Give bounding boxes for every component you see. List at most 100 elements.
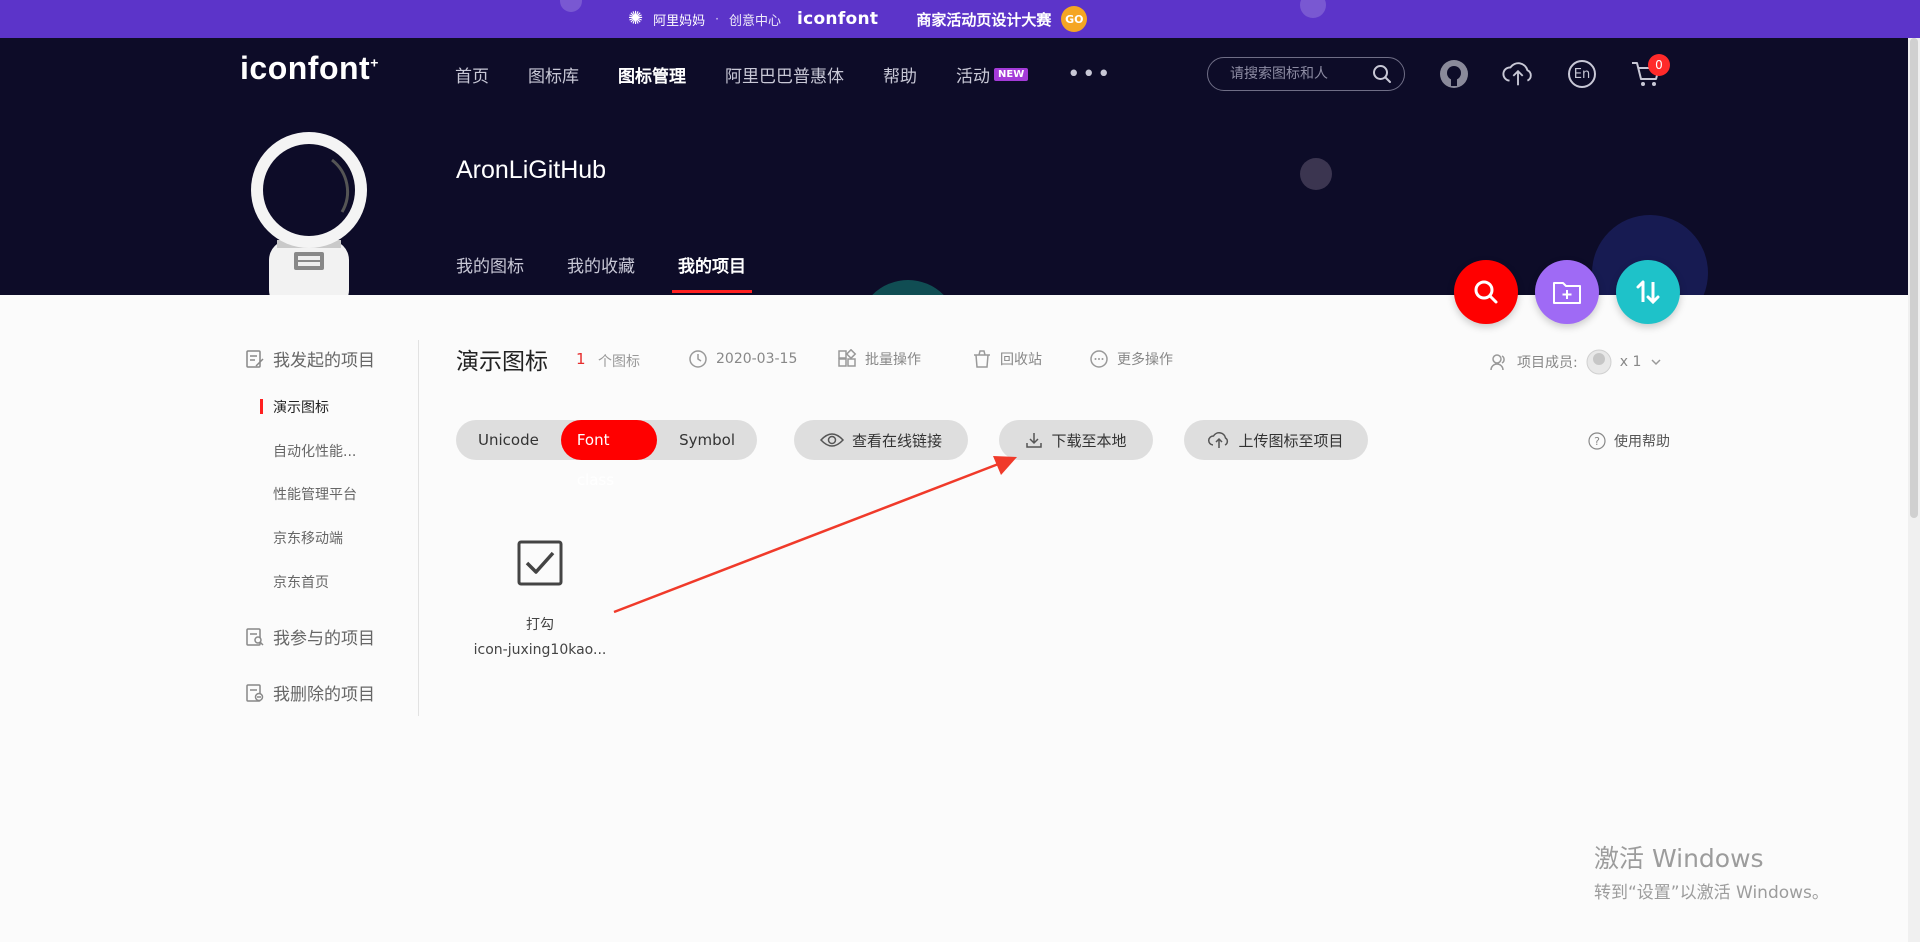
promo-separator: · [715, 12, 719, 26]
profile-tabs: 我的图标 我的收藏 我的项目 [456, 252, 789, 293]
search-icon[interactable] [1372, 64, 1392, 84]
svg-text:?: ? [1594, 435, 1600, 448]
usage-help-link[interactable]: ? 使用帮助 [1588, 431, 1670, 451]
project-title: 演示图标 [456, 349, 548, 375]
recycle-bin-label: 回收站 [1000, 352, 1042, 368]
view-online-link-label: 查看在线链接 [851, 431, 942, 450]
tab-font-class[interactable]: Font class [560, 420, 658, 489]
avatar[interactable] [244, 132, 374, 295]
tab-my-projects[interactable]: 我的项目 [672, 252, 752, 293]
sort-arrows-icon [1636, 280, 1660, 305]
windows-activation-watermark: 激活 Windows 转到“设置”以激活 Windows。 [1594, 839, 1829, 903]
sort-button[interactable] [1616, 260, 1680, 324]
nav-icon-management[interactable]: 图标管理 [618, 62, 686, 87]
folder-add-icon [1553, 282, 1581, 304]
icon-count: 1 [576, 350, 586, 368]
language-switch[interactable]: En [1566, 58, 1598, 90]
members-count: x 1 [1619, 354, 1642, 370]
sidebar-my-projects-label: 我发起的项目 [273, 351, 375, 371]
batch-operation-button[interactable]: 批量操作 [837, 349, 921, 369]
sidebar-joined-projects-label: 我参与的项目 [273, 629, 375, 649]
icon-name: 打勾 [526, 617, 554, 633]
page-scrollbar[interactable] [1908, 38, 1920, 942]
nav-home[interactable]: 首页 [455, 62, 489, 87]
project-date-text: 2020-03-15 [716, 351, 798, 367]
promo-brand-text: iconfont [796, 9, 879, 29]
nav-icon-library[interactable]: 图标库 [528, 62, 579, 87]
search-icon [1474, 280, 1498, 304]
view-online-link-button[interactable]: 查看在线链接 [794, 420, 968, 460]
promo-go-button[interactable]: GO [1061, 6, 1088, 32]
github-icon[interactable] [1438, 58, 1470, 90]
more-operations-button[interactable]: 更多操作 [1089, 349, 1173, 369]
recycle-bin-button[interactable]: 回收站 [972, 349, 1042, 369]
sidebar-my-projects[interactable]: 我发起的项目 [245, 346, 375, 371]
download-label: 下载至本地 [1051, 431, 1127, 450]
more-operations-label: 更多操作 [1117, 352, 1173, 368]
scrollbar-thumb[interactable] [1910, 38, 1918, 518]
sidebar-joined-projects[interactable]: 我参与的项目 [245, 624, 375, 649]
header: iconfont+ 首页 图标库 图标管理 阿里巴巴普惠体 帮助 活动 NEW … [0, 38, 1908, 295]
batch-operation-label: 批量操作 [865, 352, 921, 368]
batch-icon [838, 349, 857, 367]
edit-doc-icon [246, 349, 264, 368]
icon-count-label: 个图标 [598, 354, 640, 370]
sidebar-project-jd-mobile[interactable]: 京东移动端 [273, 528, 343, 548]
usage-help-label: 使用帮助 [1614, 434, 1670, 450]
members-icon [1490, 354, 1505, 371]
search-icons-button[interactable] [1454, 260, 1518, 324]
members-label: 项目成员: [1517, 355, 1578, 371]
upload-icons-label: 上传图标至项目 [1238, 431, 1344, 450]
tab-my-icons[interactable]: 我的图标 [456, 252, 524, 292]
language-label: En [1573, 66, 1591, 82]
promo-banner[interactable]: ✺ 阿里妈妈 · 创意中心 iconfont 商家活动页设计大赛 GO [0, 0, 1920, 38]
search-doc-icon [246, 627, 264, 646]
watermark-line1: 激活 Windows [1594, 844, 1764, 873]
checkbox-checked-icon [517, 540, 563, 586]
promo-creative-text: 创意中心 [728, 13, 781, 29]
eye-icon [819, 433, 844, 447]
tab-my-favorites[interactable]: 我的收藏 [567, 252, 635, 292]
username: AronLiGitHub [456, 156, 607, 184]
search-input[interactable] [1228, 65, 1372, 83]
nav-help[interactable]: 帮助 [883, 62, 917, 87]
tab-unicode[interactable]: Unicode [456, 420, 561, 460]
sidebar-project-performance[interactable]: 性能管理平台 [273, 484, 357, 504]
nav-activity[interactable]: 活动 NEW [956, 62, 1029, 87]
nav-alibaba-font[interactable]: 阿里巴巴普惠体 [725, 62, 844, 87]
upload-cloud-icon[interactable] [1502, 58, 1534, 90]
chevron-down-icon [1651, 359, 1661, 366]
download-icon [1026, 433, 1043, 448]
upload-icons-button[interactable]: 上传图标至项目 [1184, 420, 1368, 460]
icon-class-name: icon-juxing10kao... [473, 642, 607, 658]
new-badge: NEW [994, 68, 1029, 81]
member-avatar [1586, 349, 1612, 375]
sidebar-project-demo[interactable]: 演示图标 [260, 397, 329, 417]
code-type-switch: Unicode Font class Symbol [456, 420, 757, 489]
project-date: 2020-03-15 [688, 349, 797, 369]
tab-symbol[interactable]: Symbol [657, 420, 757, 460]
clock-icon [689, 350, 707, 368]
deleted-doc-icon [246, 683, 264, 702]
sidebar-deleted-projects-label: 我删除的项目 [273, 685, 375, 705]
icon-card[interactable]: 打勾 icon-juxing10kao... [466, 540, 614, 658]
new-project-button[interactable] [1535, 260, 1599, 324]
sidebar-project-automation[interactable]: 自动化性能... [273, 441, 356, 461]
upload-cloud-icon [1208, 432, 1229, 448]
download-button[interactable]: 下载至本地 [999, 420, 1153, 460]
cart-count-badge: 0 [1648, 54, 1670, 76]
help-icon: ? [1588, 432, 1606, 450]
sidebar-deleted-projects[interactable]: 我删除的项目 [245, 680, 375, 705]
watermark-line2: 转到“设置”以激活 Windows。 [1594, 883, 1829, 903]
sidebar-project-jd-home[interactable]: 京东首页 [273, 572, 329, 592]
promo-alibaba-text: 阿里妈妈 [653, 13, 706, 29]
iconfont-logo[interactable]: iconfont+ [240, 50, 379, 87]
sidebar: 我发起的项目 演示图标 自动化性能... 性能管理平台 京东移动端 京东首页 我… [240, 340, 419, 716]
project-members[interactable]: 项目成员: x 1 [1489, 349, 1663, 375]
more-circle-icon [1090, 350, 1108, 368]
more-menu-icon[interactable]: ••• [1067, 62, 1112, 87]
search-box [1207, 57, 1405, 91]
trash-icon [974, 350, 990, 368]
alimama-logo-icon: ✺ [628, 8, 644, 29]
main-nav: 首页 图标库 图标管理 阿里巴巴普惠体 帮助 活动 NEW ••• [455, 62, 1151, 87]
